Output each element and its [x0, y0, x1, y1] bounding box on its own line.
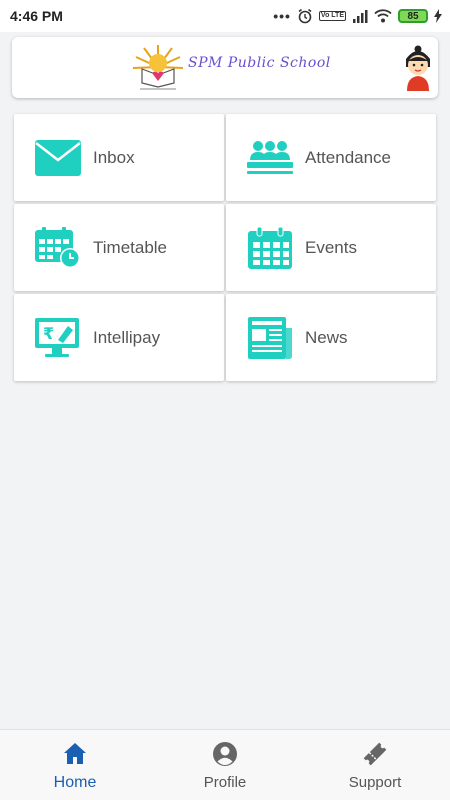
status-time: 4:46 PM	[10, 8, 63, 24]
newspaper-icon	[248, 317, 292, 359]
more-dots: •••	[273, 8, 291, 24]
status-icons: ••• Vo LTE 85	[273, 8, 442, 24]
menu-tile-timetable[interactable]: Timetable	[14, 204, 224, 291]
people-icon	[247, 141, 293, 174]
menu-tile-attendance[interactable]: Attendance	[226, 114, 436, 201]
menu-label-events: Events	[305, 238, 357, 257]
alarm-icon	[297, 8, 313, 24]
menu-tile-news[interactable]: News	[226, 294, 436, 381]
nav-home[interactable]: Home	[0, 730, 150, 800]
avatar[interactable]	[402, 45, 434, 91]
nav-label-profile: Profile	[203, 774, 247, 791]
calendar-icon	[248, 226, 292, 269]
envelope-icon	[35, 140, 81, 176]
profile-icon	[213, 742, 237, 766]
status-bar: 4:46 PM ••• Vo LTE 85	[0, 0, 450, 32]
ticket-icon	[363, 742, 387, 766]
battery-indicator: 85	[398, 9, 428, 23]
charging-icon	[434, 9, 442, 23]
nav-support[interactable]: Support	[300, 730, 450, 800]
nav-label-support: Support	[348, 774, 402, 791]
nav-profile[interactable]: Profile	[150, 730, 300, 800]
signal-icon	[352, 9, 368, 23]
nav-label-home: Home	[53, 774, 97, 791]
menu-tile-events[interactable]: Events	[226, 204, 436, 291]
calendar-clock-icon	[35, 227, 80, 268]
school-header: SPM Public School	[12, 37, 438, 98]
menu-label-inbox: Inbox	[93, 148, 135, 167]
payment-monitor-icon: ₹	[35, 318, 79, 357]
wifi-icon	[374, 9, 392, 23]
menu-label-attendance: Attendance	[305, 148, 392, 167]
school-name: SPM Public School	[188, 55, 331, 71]
home-icon	[64, 743, 86, 764]
bottom-navigation: Home Profile Support	[0, 729, 450, 800]
volte-badge: Vo LTE	[318, 11, 346, 21]
menu-label-timetable: Timetable	[93, 238, 168, 257]
menu-tile-intellipay[interactable]: ₹ Intellipay	[14, 294, 224, 381]
school-logo-icon	[132, 45, 184, 90]
menu-tile-inbox[interactable]: Inbox	[14, 114, 224, 201]
svg-text:₹: ₹	[43, 324, 54, 343]
menu-label-intellipay: Intellipay	[93, 328, 161, 347]
menu-label-news: News	[305, 328, 348, 347]
